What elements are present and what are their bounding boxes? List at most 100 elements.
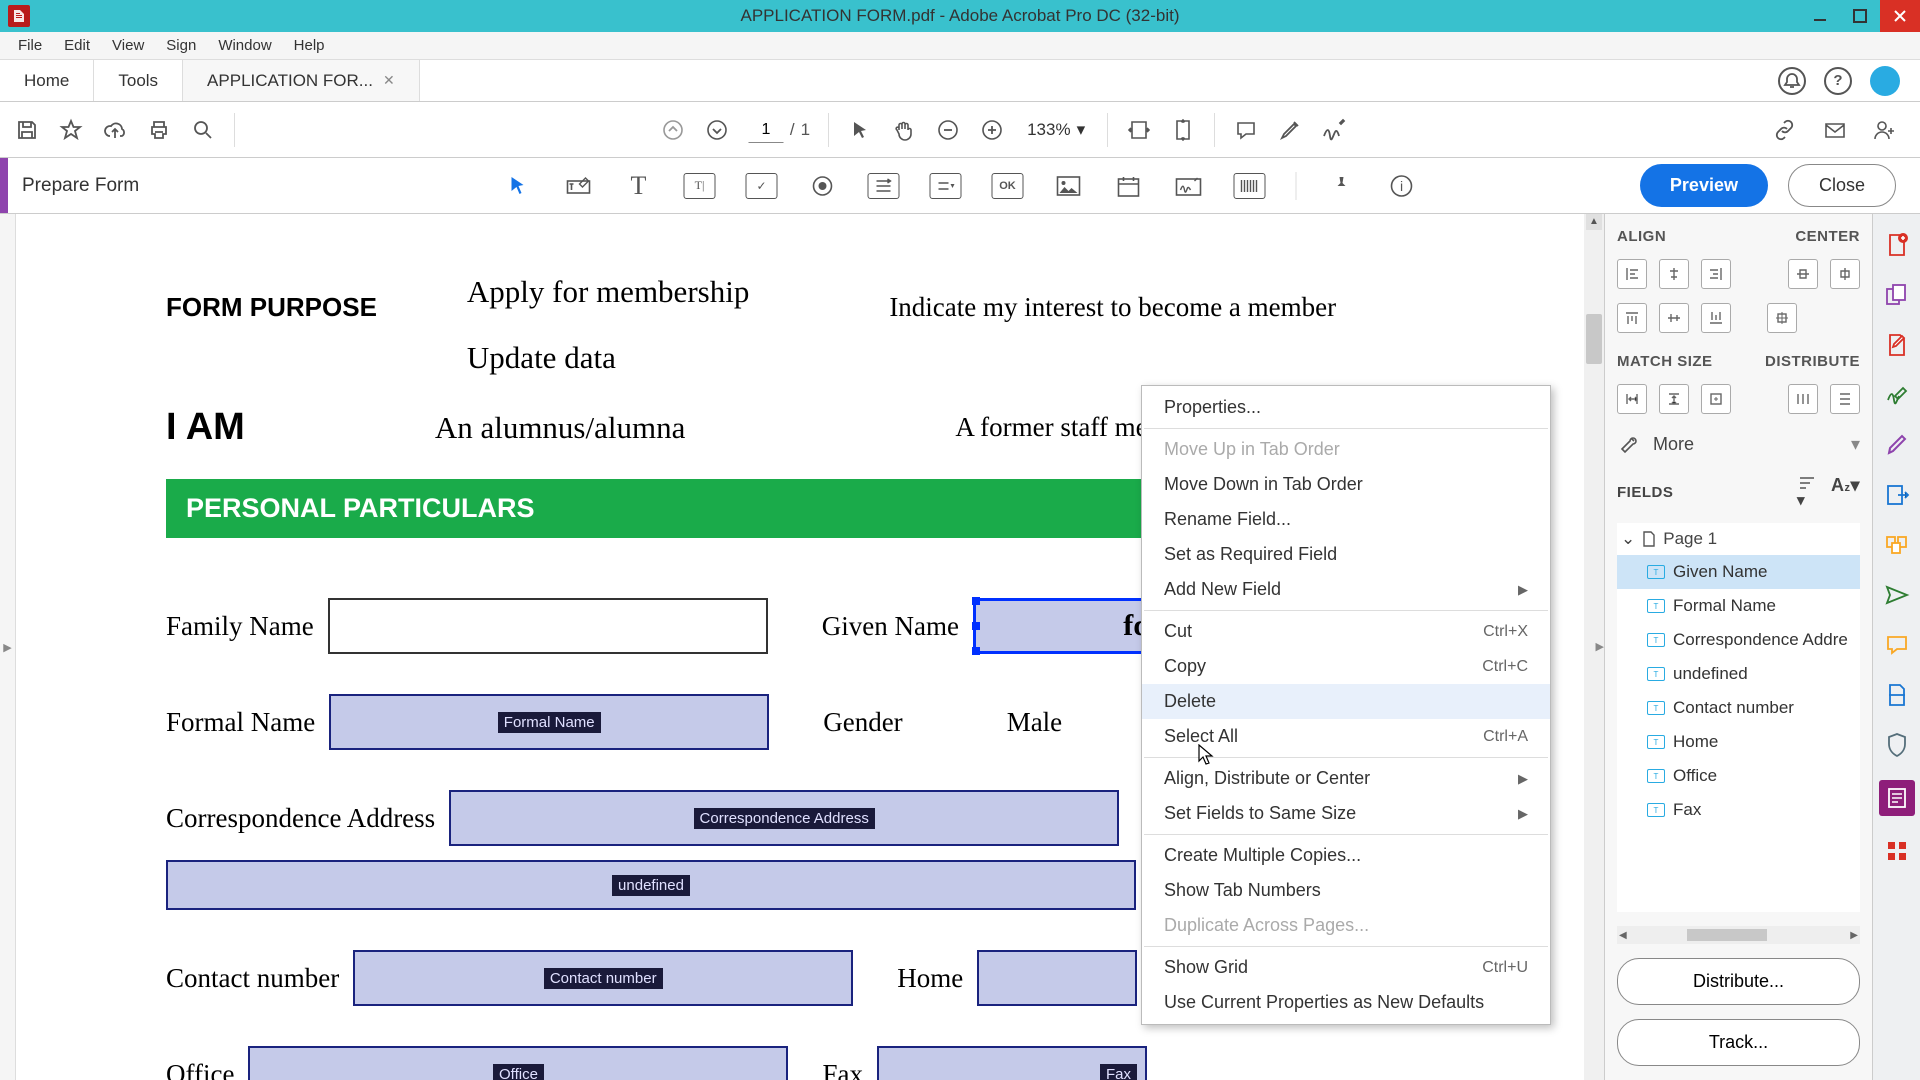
center-both-icon[interactable]	[1767, 303, 1797, 333]
combine-files-icon[interactable]	[1882, 280, 1912, 310]
ctx-multiple-copies[interactable]: Create Multiple Copies...	[1142, 838, 1550, 873]
comment-tool-icon[interactable]	[1882, 630, 1912, 660]
ctx-show-grid[interactable]: Show GridCtrl+U	[1142, 950, 1550, 985]
close-window-button[interactable]	[1880, 0, 1920, 32]
date-field-tool-icon[interactable]	[1114, 171, 1144, 201]
family-name-field[interactable]	[328, 598, 768, 654]
ctx-properties[interactable]: Properties...	[1142, 390, 1550, 425]
checkbox-tool-icon[interactable]: ✓	[746, 173, 778, 199]
ctx-required[interactable]: Set as Required Field	[1142, 537, 1550, 572]
menu-file[interactable]: File	[8, 33, 52, 58]
scroll-thumb[interactable]	[1586, 314, 1602, 364]
fill-sign-icon[interactable]	[1882, 430, 1912, 460]
page-up-icon[interactable]	[660, 117, 686, 143]
ctx-rename[interactable]: Rename Field...	[1142, 502, 1550, 537]
text-field-tool-icon[interactable]	[564, 171, 594, 201]
request-signatures-icon[interactable]	[1882, 380, 1912, 410]
formal-name-field[interactable]: Formal Name	[329, 694, 769, 750]
match-height-icon[interactable]	[1659, 384, 1689, 414]
distribute-v-icon[interactable]	[1830, 384, 1860, 414]
home-field[interactable]	[977, 950, 1137, 1006]
cloud-upload-icon[interactable]	[102, 117, 128, 143]
match-both-icon[interactable]	[1701, 384, 1731, 414]
fields-h-scrollbar[interactable]: ◀ ▶	[1617, 926, 1860, 944]
page-current-input[interactable]	[748, 117, 784, 143]
maximize-button[interactable]	[1840, 0, 1880, 32]
field-node-formal-name[interactable]: TFormal Name	[1617, 589, 1860, 623]
center-h-icon[interactable]	[1788, 259, 1818, 289]
menu-edit[interactable]: Edit	[54, 33, 100, 58]
close-tool-button[interactable]: Close	[1788, 164, 1896, 207]
star-icon[interactable]	[58, 117, 84, 143]
button-tool-icon[interactable]: OK	[992, 173, 1024, 199]
send-comments-icon[interactable]	[1882, 580, 1912, 610]
minimize-button[interactable]	[1800, 0, 1840, 32]
help-icon[interactable]: ?	[1824, 67, 1852, 95]
align-middle-icon[interactable]	[1659, 303, 1689, 333]
pin-tool-icon[interactable]	[1327, 171, 1357, 201]
share-email-icon[interactable]	[1822, 117, 1848, 143]
export-pdf-icon[interactable]	[1882, 480, 1912, 510]
notifications-icon[interactable]	[1778, 67, 1806, 95]
field-node-given-name[interactable]: TGiven Name	[1617, 555, 1860, 589]
tab-order-icon[interactable]: Az▾	[1831, 475, 1860, 509]
align-bottom-icon[interactable]	[1701, 303, 1731, 333]
more-options[interactable]: More ▾	[1617, 428, 1860, 461]
ctx-delete[interactable]: Delete	[1142, 684, 1550, 719]
ctx-move-down[interactable]: Move Down in Tab Order	[1142, 467, 1550, 502]
given-name-field-selected[interactable]: fd	[973, 598, 1159, 654]
highlight-icon[interactable]	[1277, 117, 1303, 143]
field-node-undefined[interactable]: Tundefined	[1617, 657, 1860, 691]
correspondence-field[interactable]: Correspondence Address	[449, 790, 1119, 846]
undefined-field[interactable]: undefined	[166, 860, 1136, 910]
tab-close-icon[interactable]: ✕	[383, 72, 395, 89]
align-top-icon[interactable]	[1617, 303, 1647, 333]
distribute-button[interactable]: Distribute...	[1617, 958, 1860, 1005]
tab-document[interactable]: APPLICATION FOR... ✕	[183, 60, 420, 101]
tab-home[interactable]: Home	[0, 60, 94, 101]
fax-field[interactable]: Fax	[877, 1046, 1147, 1080]
menu-window[interactable]: Window	[208, 33, 281, 58]
preview-button[interactable]: Preview	[1640, 164, 1768, 207]
ctx-use-defaults[interactable]: Use Current Properties as New Defaults	[1142, 985, 1550, 1020]
pointer-tool-icon[interactable]	[504, 171, 534, 201]
barcode-tool-icon[interactable]	[1234, 173, 1266, 199]
ctx-add-new-field[interactable]: Add New Field▶	[1142, 572, 1550, 607]
comment-icon[interactable]	[1233, 117, 1259, 143]
search-icon[interactable]	[190, 117, 216, 143]
image-field-tool-icon[interactable]	[1054, 171, 1084, 201]
zoom-level-select[interactable]: 133%▾	[1023, 118, 1089, 142]
zoom-out-icon[interactable]	[935, 117, 961, 143]
create-pdf-icon[interactable]	[1882, 230, 1912, 260]
field-node-office[interactable]: TOffice	[1617, 759, 1860, 793]
more-tools-icon[interactable]	[1882, 836, 1912, 866]
fit-page-icon[interactable]	[1170, 117, 1196, 143]
sort-fields-icon[interactable]: ▾	[1797, 475, 1817, 509]
align-center-h-icon[interactable]	[1659, 259, 1689, 289]
edit-pdf-icon[interactable]	[1882, 330, 1912, 360]
page-1-node[interactable]: ⌄ Page 1	[1617, 523, 1860, 555]
prepare-form-tool-icon[interactable]	[1879, 780, 1915, 816]
field-node-correspondence[interactable]: TCorrespondence Addre	[1617, 623, 1860, 657]
ctx-copy[interactable]: CopyCtrl+C	[1142, 649, 1550, 684]
field-node-fax[interactable]: TFax	[1617, 793, 1860, 827]
protect-icon[interactable]	[1882, 730, 1912, 760]
print-icon[interactable]	[146, 117, 172, 143]
collapse-icon[interactable]: ⌄	[1621, 529, 1635, 549]
align-right-icon[interactable]	[1701, 259, 1731, 289]
contact-number-field[interactable]: Contact number	[353, 950, 853, 1006]
select-tool-icon[interactable]	[847, 117, 873, 143]
page-down-icon[interactable]	[704, 117, 730, 143]
ctx-same-size[interactable]: Set Fields to Same Size▶	[1142, 796, 1550, 831]
menu-help[interactable]: Help	[284, 33, 335, 58]
distribute-h-icon[interactable]	[1788, 384, 1818, 414]
left-panel-expand-handle[interactable]: ▶	[0, 214, 16, 1080]
text-box-tool-icon[interactable]: T|	[684, 173, 716, 199]
ctx-cut[interactable]: CutCtrl+X	[1142, 614, 1550, 649]
organize-pages-icon[interactable]	[1882, 530, 1912, 560]
scroll-up-arrow[interactable]: ▲	[1586, 214, 1602, 230]
form-help-icon[interactable]: i	[1387, 171, 1417, 201]
signature-field-tool-icon[interactable]	[1174, 171, 1204, 201]
center-v-icon[interactable]	[1830, 259, 1860, 289]
user-avatar[interactable]	[1870, 66, 1900, 96]
